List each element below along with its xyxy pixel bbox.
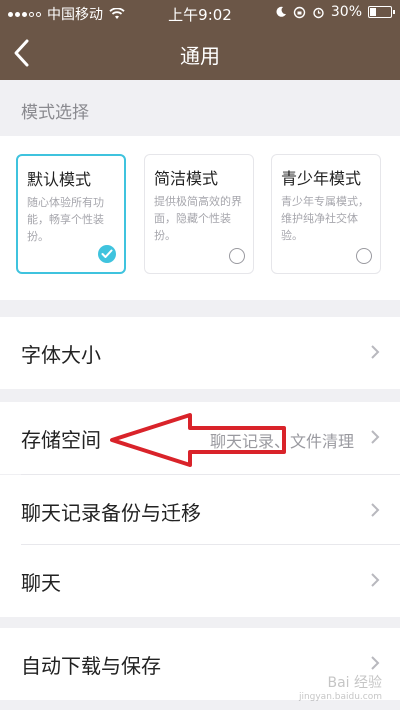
radio-circle-icon[interactable] xyxy=(229,248,245,264)
settings-row-chat-backup[interactable]: 聊天记录备份与迁移 xyxy=(0,475,400,547)
chevron-right-icon xyxy=(371,656,380,670)
radio-circle-icon[interactable] xyxy=(356,248,372,264)
mode-card-title: 简洁模式 xyxy=(154,169,219,188)
alarm-icon xyxy=(313,7,324,18)
moon-icon xyxy=(276,6,286,17)
chevron-right-icon xyxy=(371,345,380,359)
settings-row-label: 字体大小 xyxy=(21,343,101,367)
settings-row-label: 存储空间 xyxy=(21,428,101,452)
annotation-arrow-icon xyxy=(110,413,286,467)
nav-bar: 通用 xyxy=(0,26,400,80)
battery-percent: 30% xyxy=(330,4,362,20)
chevron-right-icon xyxy=(371,573,380,587)
mode-card-desc: 青少年专属模式，维护纯净社交体验。 xyxy=(281,195,369,242)
settings-row-label: 聊天记录备份与迁移 xyxy=(21,501,201,525)
status-right: 30% xyxy=(275,4,395,20)
status-bar: 中国移动 上午9:02 30% xyxy=(0,0,400,26)
mode-card-desc: 提供极简高效的界面，隐藏个性装扮。 xyxy=(154,195,242,242)
settings-row-label: 聊天 xyxy=(21,571,61,595)
mode-card-desc: 随心体验所有功能，畅享个性装扮。 xyxy=(27,196,104,243)
check-circle-icon[interactable] xyxy=(98,245,116,263)
settings-row-label: 自动下载与保存 xyxy=(21,654,161,678)
watermark-logo: Bai 经验 jingyan.baidu.com xyxy=(298,675,382,702)
mode-card-teen[interactable]: 青少年模式 青少年专属模式，维护纯净社交体验。 xyxy=(271,154,381,274)
settings-row-chat[interactable]: 聊天 xyxy=(0,545,400,617)
chevron-right-icon xyxy=(371,503,380,517)
chevron-right-icon xyxy=(371,430,380,444)
mode-panel: 默认模式 随心体验所有功能，畅享个性装扮。 简洁模式 提供极简高效的界面，隐藏个… xyxy=(0,136,400,300)
settings-row-font-size[interactable]: 字体大小 xyxy=(0,317,400,389)
mode-card-title: 青少年模式 xyxy=(281,169,362,188)
battery-icon xyxy=(368,6,395,18)
section-label-mode: 模式选择 xyxy=(21,103,89,123)
rotation-lock-icon xyxy=(293,6,306,18)
mode-card-title: 默认模式 xyxy=(27,170,92,189)
page-title: 通用 xyxy=(180,44,220,68)
mode-card-default[interactable]: 默认模式 随心体验所有功能，畅享个性装扮。 xyxy=(16,154,126,274)
mode-card-simple[interactable]: 简洁模式 提供极简高效的界面，隐藏个性装扮。 xyxy=(144,154,254,274)
